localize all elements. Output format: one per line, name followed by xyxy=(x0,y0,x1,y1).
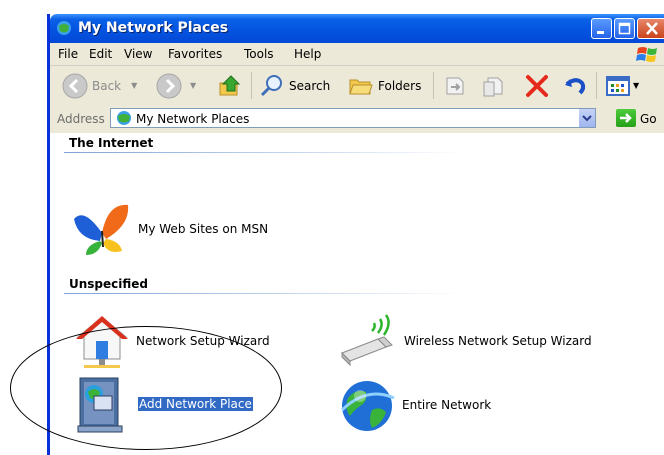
item-label-entire-network: Entire Network xyxy=(402,398,492,412)
address-input[interactable]: My Network Places xyxy=(110,108,596,128)
views-dropdown-icon[interactable]: ▼ xyxy=(633,81,639,90)
menu-favorites[interactable]: Favorites xyxy=(168,47,222,61)
item-label-msn-web-sites: My Web Sites on MSN xyxy=(138,222,269,236)
item-msn-web-sites[interactable]: My Web Sites on MSN xyxy=(72,201,268,257)
menu-bar: File Edit View Favorites Tools Help xyxy=(50,43,664,66)
title-bar[interactable]: My Network Places xyxy=(50,14,664,43)
copy-to-button[interactable] xyxy=(482,66,506,105)
up-folder-icon xyxy=(219,74,241,95)
forward-button[interactable]: ▼ xyxy=(156,66,196,105)
folders-label: Folders xyxy=(378,78,422,93)
standard-toolbar: Back ▼ ▼ Search Folders ▼ xyxy=(50,66,664,106)
chevron-down-icon xyxy=(582,115,592,122)
group-title-unspecified: Unspecified xyxy=(69,277,149,291)
minimize-button[interactable] xyxy=(591,18,612,39)
undo-icon xyxy=(565,77,586,94)
msn-butterfly-icon xyxy=(74,204,129,255)
folders-button[interactable]: Folders xyxy=(348,66,421,105)
delete-icon xyxy=(526,74,548,97)
close-button[interactable] xyxy=(637,18,664,39)
back-button[interactable]: Back ▼ xyxy=(62,66,137,105)
network-places-small-icon xyxy=(117,111,131,125)
address-dropdown-button[interactable] xyxy=(578,109,595,127)
maximize-button[interactable] xyxy=(614,18,635,39)
views-button[interactable]: ▼ xyxy=(605,66,639,105)
search-icon xyxy=(260,74,282,96)
forward-dropdown-icon[interactable]: ▼ xyxy=(190,81,196,90)
back-dropdown-icon[interactable]: ▼ xyxy=(131,81,137,90)
item-wireless-network-setup-wizard[interactable]: Wireless Network Setup Wizard xyxy=(338,313,592,369)
search-label: Search xyxy=(289,78,331,93)
back-arrow-icon xyxy=(62,73,88,98)
go-button[interactable] xyxy=(616,109,636,127)
minimize-icon xyxy=(597,31,604,34)
go-label[interactable]: Go xyxy=(640,112,657,126)
group-title-internet: The Internet xyxy=(69,136,154,150)
item-entire-network[interactable]: Entire Network xyxy=(338,376,491,434)
usb-wireless-adapter-icon xyxy=(341,314,393,367)
maximize-icon xyxy=(618,22,631,35)
windows-logo-icon xyxy=(636,47,657,62)
menu-help[interactable]: Help xyxy=(294,47,321,61)
views-icon xyxy=(606,75,630,96)
go-arrow-icon xyxy=(620,113,632,123)
forward-arrow-icon xyxy=(156,73,182,98)
up-folder-button[interactable] xyxy=(217,66,243,105)
back-label: Back xyxy=(92,78,122,93)
item-label-wireless-network-setup-wizard: Wireless Network Setup Wizard xyxy=(404,334,592,348)
window-title: My Network Places xyxy=(78,20,229,36)
menu-tools[interactable]: Tools xyxy=(244,47,274,61)
undo-button[interactable] xyxy=(562,66,588,105)
folders-icon xyxy=(349,79,373,94)
search-button[interactable]: Search xyxy=(259,66,330,105)
address-bar: Address My Network Places Go xyxy=(50,105,664,133)
address-value: My Network Places xyxy=(136,112,250,126)
copy-to-icon xyxy=(483,77,503,96)
menu-file[interactable]: File xyxy=(58,47,78,61)
address-label: Address xyxy=(57,112,105,126)
close-icon xyxy=(646,22,658,35)
menu-edit[interactable]: Edit xyxy=(89,47,112,61)
menu-view[interactable]: View xyxy=(124,47,152,61)
globe-icon xyxy=(340,381,395,431)
network-places-icon xyxy=(57,21,71,35)
move-to-button[interactable] xyxy=(443,66,467,105)
delete-button[interactable] xyxy=(524,66,550,105)
annotation-circle xyxy=(10,326,282,450)
move-to-icon xyxy=(446,77,464,94)
